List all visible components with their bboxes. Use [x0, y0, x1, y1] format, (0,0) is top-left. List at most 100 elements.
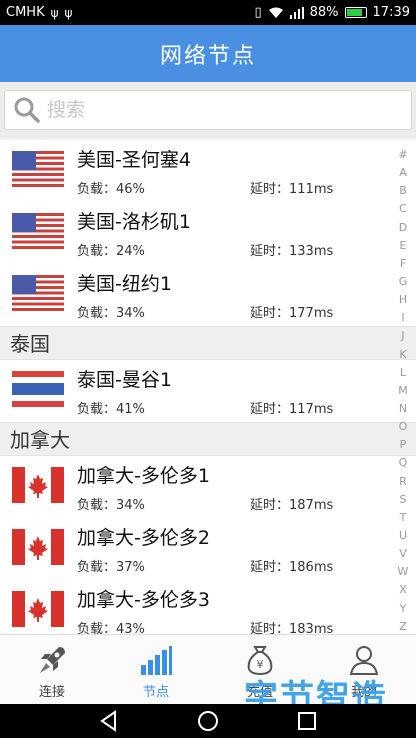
node-load: 负载：43%	[77, 622, 145, 634]
index-letter[interactable]: K	[399, 348, 406, 361]
clock: 17:39	[372, 5, 410, 20]
carrier-label: CMHK	[6, 5, 45, 20]
index-letter[interactable]: H	[399, 293, 407, 306]
rocket-icon	[40, 647, 65, 673]
node-delay: 延时：117ms	[250, 402, 334, 417]
usb-icon-2: ψ	[64, 5, 73, 20]
node-row-us-la[interactable]: 美国-洛杉矶1 负载：24% 延时：133ms	[0, 202, 416, 264]
tab-recharge[interactable]: ¥ 充值	[208, 635, 312, 704]
node-list: 美国-圣何塞4 负载：46% 延时：111ms 美国-洛杉矶1 负载：24% 延…	[0, 140, 416, 634]
search-bar	[0, 82, 416, 138]
wifi-icon	[268, 7, 283, 18]
index-letter[interactable]: P	[400, 438, 407, 451]
index-letter[interactable]: O	[399, 420, 408, 433]
battery-icon	[344, 7, 367, 18]
back-icon[interactable]	[97, 709, 121, 733]
node-delay: 延时：177ms	[250, 306, 334, 321]
tab-mine[interactable]: 我的	[312, 635, 416, 704]
node-row-ca-toronto2[interactable]: 加拿大-多伦多2 负载：37% 延时：186ms	[0, 518, 416, 580]
index-letter[interactable]: B	[399, 184, 407, 197]
index-letter[interactable]: Z	[399, 620, 407, 633]
home-icon[interactable]	[196, 709, 220, 733]
section-header-thailand: 泰国	[0, 326, 416, 360]
bar-chart-icon	[141, 646, 172, 675]
bottom-tab-bar: 连接 节点 ¥ 充值 我的	[0, 634, 416, 704]
index-letter[interactable]: R	[399, 475, 407, 488]
status-left: CMHK ψ ψ	[6, 5, 72, 20]
node-name: 泰国-曼谷1	[77, 369, 172, 391]
system-nav-bar	[0, 704, 416, 738]
search-icon	[14, 97, 40, 123]
section-header-canada: 加拿大	[0, 422, 416, 456]
thailand-flag-icon	[12, 371, 64, 407]
index-letter[interactable]: V	[399, 547, 407, 560]
index-letter[interactable]: I	[401, 311, 404, 324]
node-delay: 延时：111ms	[250, 182, 334, 197]
node-name: 加拿大-多伦多3	[77, 589, 210, 611]
node-delay: 延时：133ms	[250, 244, 334, 259]
tab-nodes-label: 节点	[142, 685, 169, 700]
battery-percent: 88%	[309, 5, 339, 20]
signal-icon	[289, 6, 304, 19]
index-letter[interactable]: C	[399, 202, 407, 215]
status-right: ▯ 88% 17:39	[254, 5, 410, 20]
tab-connect[interactable]: 连接	[0, 635, 104, 704]
index-letter[interactable]: L	[400, 366, 406, 379]
index-letter[interactable]: U	[399, 529, 407, 542]
money-bag-icon: ¥	[247, 646, 273, 676]
tab-mine-label: 我的	[350, 685, 377, 700]
status-bar: CMHK ψ ψ ▯ 88% 17:39	[0, 0, 416, 25]
index-letter[interactable]: J	[401, 329, 404, 342]
node-row-us-ny[interactable]: 美国-纽约1 负载：34% 延时：177ms	[0, 264, 416, 326]
index-letter[interactable]: N	[399, 402, 407, 415]
usb-icon: ψ	[50, 5, 59, 20]
node-name: 美国-圣何塞4	[77, 149, 191, 171]
index-letter[interactable]: S	[400, 493, 407, 506]
canada-flag-icon	[12, 529, 64, 565]
index-letter[interactable]: T	[400, 511, 407, 524]
node-delay: 延时：186ms	[250, 560, 334, 575]
index-letter[interactable]: #	[398, 148, 407, 161]
node-name: 美国-纽约1	[77, 273, 172, 295]
index-letter[interactable]: A	[399, 166, 407, 179]
search-box[interactable]	[4, 90, 412, 130]
node-row-ca-toronto3[interactable]: 加拿大-多伦多3 负载：43% 延时：183ms	[0, 580, 416, 634]
index-letter[interactable]: D	[399, 221, 407, 234]
recents-icon[interactable]	[295, 709, 319, 733]
tab-nodes[interactable]: 节点	[104, 635, 208, 704]
page-title: 网络节点	[159, 43, 256, 69]
index-letter[interactable]: F	[400, 257, 406, 270]
node-load: 负载：41%	[77, 402, 145, 417]
index-letter[interactable]: Q	[399, 456, 408, 469]
usa-flag-icon	[12, 151, 64, 187]
node-name: 美国-洛杉矶1	[77, 211, 191, 233]
index-letter[interactable]: M	[398, 384, 408, 397]
node-load: 负载：46%	[77, 182, 145, 197]
node-row-th-bangkok[interactable]: 泰国-曼谷1 负载：41% 延时：117ms	[0, 360, 416, 422]
index-letter[interactable]: Y	[400, 602, 407, 615]
index-letter[interactable]: E	[400, 239, 407, 252]
alphabet-index[interactable]: # A B C D E F G H I J K L M N O P Q R S T U V W X Y Z	[396, 148, 410, 633]
index-letter[interactable]: G	[399, 275, 408, 288]
node-row-ca-toronto1[interactable]: 加拿大-多伦多1 负载：34% 延时：187ms	[0, 456, 416, 518]
user-icon	[349, 646, 379, 675]
tab-recharge-label: 充值	[246, 685, 273, 700]
usa-flag-icon	[12, 275, 64, 311]
usa-flag-icon	[12, 213, 64, 249]
node-load: 负载：37%	[77, 560, 145, 575]
canada-flag-icon	[12, 591, 64, 627]
node-load: 负载：24%	[77, 244, 145, 259]
canada-flag-icon	[12, 467, 64, 503]
tab-connect-label: 连接	[38, 685, 65, 700]
node-row-us-sanjose[interactable]: 美国-圣何塞4 负载：46% 延时：111ms	[0, 140, 416, 202]
node-name: 加拿大-多伦多1	[77, 465, 210, 487]
search-input[interactable]	[47, 99, 347, 121]
node-delay: 延时：183ms	[250, 622, 334, 634]
node-delay: 延时：187ms	[250, 498, 334, 513]
node-load: 负载：34%	[77, 306, 145, 321]
node-load: 负载：34%	[77, 498, 145, 513]
svg-text:¥: ¥	[257, 658, 264, 671]
vibrate-icon: ▯	[254, 5, 262, 20]
index-letter[interactable]: X	[399, 583, 407, 596]
index-letter[interactable]: W	[398, 565, 409, 578]
